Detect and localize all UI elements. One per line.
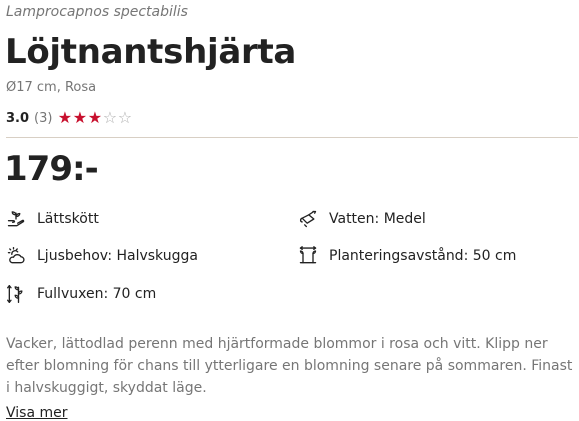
product-variant: Ø17 cm, Rosa — [6, 80, 97, 95]
attribute-spacing-label: Planteringsavstånd: 50 cm — [329, 248, 517, 264]
star-filled-icon: ★ — [57, 108, 73, 127]
attribute-spacing: Planteringsavstånd: 50 cm — [297, 244, 516, 268]
star-filled-icon: ★ — [72, 108, 88, 127]
attribute-water: Vatten: Medel — [297, 207, 426, 231]
attribute-height-label: Fullvuxen: 70 cm — [37, 286, 157, 302]
attribute-water-label: Vatten: Medel — [329, 211, 426, 227]
attribute-care-label: Lättskött — [37, 211, 99, 227]
plant-hand-icon — [5, 208, 27, 230]
star-empty-icon: ☆ — [117, 108, 133, 127]
plant-spacing-icon — [297, 245, 319, 267]
rating-stars: ★ ★ ★ ☆ ☆ — [57, 110, 132, 126]
product-rating[interactable]: 3.0 (3) ★ ★ ★ ☆ ☆ — [6, 109, 132, 127]
attribute-height: Fullvuxen: 70 cm — [5, 282, 156, 306]
attribute-care: Lättskött — [5, 207, 99, 231]
attribute-light-label: Ljusbehov: Halvskugga — [37, 248, 198, 264]
star-empty-icon: ☆ — [102, 108, 118, 127]
read-more-link[interactable]: Visa mer — [6, 405, 68, 421]
product-price: 179:- — [4, 149, 99, 189]
divider — [6, 137, 578, 138]
product-title: Löjtnantshjärta — [5, 32, 297, 72]
star-filled-icon: ★ — [87, 108, 103, 127]
plant-height-icon — [5, 283, 27, 305]
latin-name: Lamprocapnos spectabilis — [6, 4, 188, 20]
partly-cloudy-icon — [5, 245, 27, 267]
rating-count: (3) — [34, 110, 53, 126]
attribute-light: Ljusbehov: Halvskugga — [5, 244, 198, 268]
rating-score: 3.0 — [6, 110, 30, 126]
watering-can-icon — [297, 208, 319, 230]
product-description: Vacker, lättodlad perenn med hjärtformad… — [6, 336, 573, 396]
